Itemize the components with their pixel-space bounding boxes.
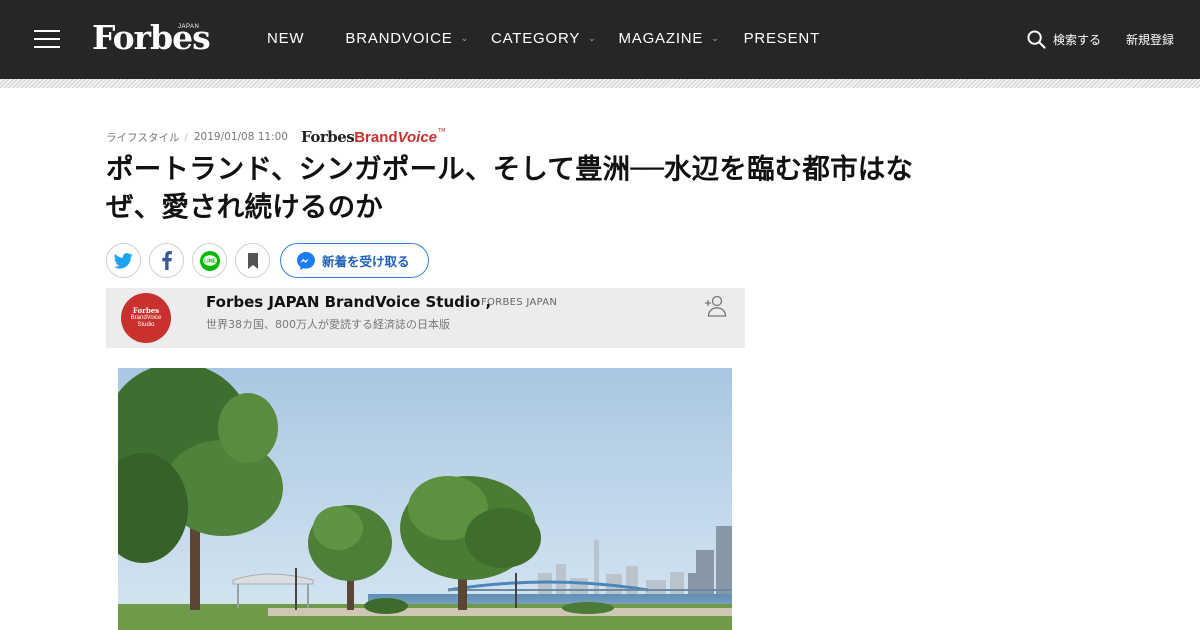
author-description: 世界38カ国、800万人が愛読する経済誌の日本版 xyxy=(206,318,450,331)
search-icon xyxy=(1027,30,1046,49)
search-label: 検索する xyxy=(1052,33,1101,47)
bookmark-icon xyxy=(247,252,258,269)
avatar-text-line-1: Forbes xyxy=(132,306,160,315)
hero-image xyxy=(118,368,732,630)
header-actions: 検索する 新規登録 xyxy=(1027,30,1174,49)
follow-author-icon[interactable] xyxy=(704,295,728,317)
category-link[interactable]: ライフスタイル xyxy=(106,130,180,145)
line-icon: LINE xyxy=(199,250,220,271)
author-avatar[interactable]: Forbes BrandVoice Studio xyxy=(121,293,171,343)
twitter-icon xyxy=(114,252,133,269)
logo-japan-label: JAPAN xyxy=(178,24,200,30)
brandvoice-logo-brand: Brand xyxy=(354,129,398,146)
menu-icon[interactable] xyxy=(34,29,60,49)
avatar-text-line-2: BrandVoice xyxy=(130,315,162,321)
brandvoice-logo-forbes: Forbes xyxy=(301,128,355,146)
site-header: Forbes JAPAN NEW BRANDVOICE ⌄ CATEGORY ⌄… xyxy=(0,0,1200,79)
share-line-button[interactable]: LINE xyxy=(192,243,227,278)
share-bar: LINE 新着を受け取る xyxy=(106,243,429,278)
messenger-icon xyxy=(297,251,315,270)
search-button[interactable]: 検索する xyxy=(1027,30,1101,49)
nav-new-label: NEW xyxy=(267,30,305,47)
headline-line-2: ぜ、愛され続けるのか xyxy=(106,191,383,223)
signup-link[interactable]: 新規登録 xyxy=(1126,31,1174,48)
article-meta: ライフスタイル / 2019/01/08 11:00 Forbes Brand … xyxy=(106,128,445,146)
nav-brandvoice[interactable]: BRANDVOICE ⌄ xyxy=(345,30,469,47)
headline-line-1: ポートランド、シンガポール、そして豊洲──水辺を臨む都市はな xyxy=(106,153,914,185)
waterfront-park-illustration xyxy=(118,368,732,630)
brandvoice-logo-voice: Voice xyxy=(397,129,438,146)
bookmark-button[interactable] xyxy=(235,243,270,278)
brandvoice-logo[interactable]: Forbes Brand Voice TM xyxy=(301,128,445,146)
nav-brandvoice-label: BRANDVOICE xyxy=(345,30,453,47)
author-name[interactable]: Forbes JAPAN BrandVoice Studio , xyxy=(206,293,491,311)
nav-new[interactable]: NEW xyxy=(267,30,304,47)
chevron-down-icon: ⌄ xyxy=(711,33,720,43)
chevron-down-icon: ⌄ xyxy=(460,33,469,43)
facebook-icon xyxy=(161,251,172,270)
avatar-text-line-3: Studio xyxy=(137,322,155,328)
meta-separator: / xyxy=(184,131,188,143)
nav-category[interactable]: CATEGORY ⌄ xyxy=(491,30,597,47)
subscribe-updates-label: 新着を受け取る xyxy=(322,254,410,269)
header-divider xyxy=(0,79,1200,88)
author-card: Forbes BrandVoice Studio Forbes JAPAN Br… xyxy=(106,288,745,348)
nav-present[interactable]: PRESENT xyxy=(744,30,820,47)
main-nav: NEW BRANDVOICE ⌄ CATEGORY ⌄ MAGAZINE ⌄ P… xyxy=(267,30,820,47)
share-facebook-button[interactable] xyxy=(149,243,184,278)
line-icon-text: LINE xyxy=(204,258,216,264)
nav-magazine-label: MAGAZINE xyxy=(618,30,704,47)
nav-magazine[interactable]: MAGAZINE ⌄ xyxy=(618,30,719,47)
share-twitter-button[interactable] xyxy=(106,243,141,278)
brandvoice-logo-tm: TM xyxy=(438,128,446,134)
article-headline: ポートランド、シンガポール、そして豊洲──水辺を臨む都市はな ぜ、愛され続けるの… xyxy=(106,150,1026,226)
chevron-down-icon: ⌄ xyxy=(588,33,597,43)
publish-date: 2019/01/08 11:00 xyxy=(193,131,288,143)
subscribe-updates-button[interactable]: 新着を受け取る xyxy=(280,243,429,278)
nav-category-label: CATEGORY xyxy=(490,30,581,47)
author-organization: FORBES JAPAN xyxy=(481,297,558,308)
nav-present-label: PRESENT xyxy=(743,30,821,47)
